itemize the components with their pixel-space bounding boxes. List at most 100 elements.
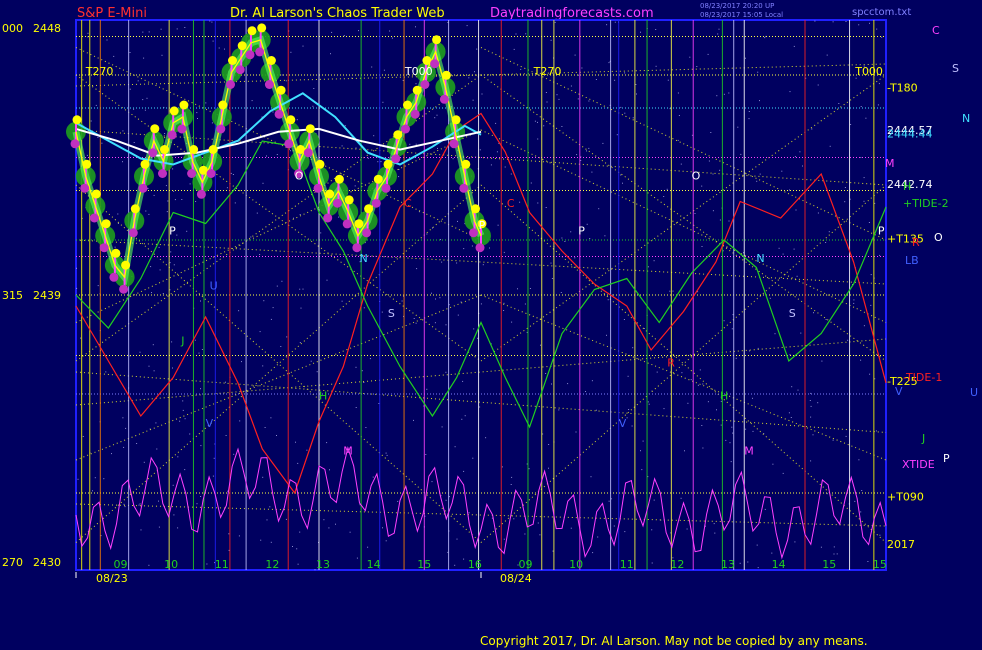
star — [367, 546, 369, 548]
star — [828, 231, 830, 233]
high-dot — [373, 174, 383, 184]
star — [479, 406, 481, 408]
low-dot — [216, 124, 226, 134]
star — [881, 36, 883, 38]
low-dot — [401, 124, 410, 134]
star — [377, 161, 379, 163]
high-dot — [422, 56, 432, 65]
star — [708, 160, 710, 162]
star — [513, 518, 515, 520]
plot-letter: V — [206, 417, 214, 430]
star — [209, 20, 211, 22]
star — [551, 278, 553, 279]
star — [702, 447, 704, 449]
star — [640, 450, 641, 452]
copyright-notice: Copyright 2017, Dr. Al Larson. May not b… — [480, 634, 868, 648]
star — [627, 375, 629, 377]
star — [747, 561, 749, 563]
star — [574, 54, 576, 56]
star — [281, 280, 283, 282]
star — [474, 71, 475, 73]
star — [148, 213, 150, 215]
star — [313, 88, 315, 89]
chaos-trader-chart: S&P E-Mini Dr. Al Larson's Chaos Trader … — [0, 0, 982, 650]
star — [794, 541, 796, 543]
star — [860, 359, 862, 361]
star — [793, 45, 795, 47]
star — [485, 437, 487, 439]
star — [771, 552, 773, 554]
star — [642, 440, 644, 442]
star — [543, 125, 545, 127]
star — [299, 288, 301, 290]
star — [117, 213, 119, 215]
star — [860, 511, 862, 513]
star — [177, 527, 179, 529]
star — [292, 546, 293, 547]
star — [101, 142, 103, 144]
star — [829, 145, 831, 147]
star — [463, 558, 465, 560]
star — [158, 500, 159, 502]
star — [323, 519, 325, 521]
star — [595, 409, 597, 411]
star — [489, 247, 490, 249]
star — [344, 125, 346, 127]
star — [440, 239, 441, 241]
star — [813, 312, 814, 314]
star — [574, 257, 576, 259]
star — [172, 367, 173, 369]
star — [556, 94, 558, 96]
star — [604, 235, 606, 237]
star — [201, 349, 203, 350]
star — [468, 157, 470, 159]
star — [597, 536, 599, 538]
star — [731, 328, 733, 330]
star — [576, 154, 578, 156]
star — [861, 490, 863, 491]
star — [680, 163, 682, 165]
high-dot — [179, 100, 189, 110]
high-dot — [140, 159, 150, 169]
star — [363, 382, 365, 383]
star — [653, 260, 655, 262]
legend-letter: H — [903, 180, 911, 193]
star — [148, 31, 150, 33]
star — [560, 292, 562, 293]
star — [874, 378, 876, 380]
star — [716, 95, 718, 97]
star — [196, 503, 198, 505]
star — [129, 52, 131, 53]
star — [164, 133, 166, 134]
star — [870, 304, 872, 306]
low-dot — [284, 139, 294, 149]
data-filename: spcctom.txt — [852, 7, 911, 18]
star — [686, 528, 688, 530]
star — [651, 529, 653, 531]
star — [431, 481, 433, 483]
star — [552, 550, 554, 552]
star — [707, 53, 709, 55]
star — [260, 539, 262, 541]
star — [853, 299, 855, 301]
star — [251, 100, 253, 102]
star — [266, 519, 268, 521]
low-dot — [177, 124, 187, 134]
star — [302, 45, 304, 47]
star — [479, 149, 481, 151]
star — [732, 432, 734, 434]
star — [205, 102, 207, 104]
star — [826, 54, 828, 56]
star — [782, 253, 784, 255]
star — [445, 324, 447, 326]
star — [608, 62, 610, 64]
legend-letter: +TIDE-2 — [903, 197, 949, 210]
star — [186, 230, 188, 232]
star — [300, 307, 302, 309]
star — [495, 122, 497, 124]
star — [117, 223, 119, 224]
star — [789, 189, 790, 191]
star — [143, 57, 145, 59]
high-dot — [325, 189, 335, 199]
star — [817, 402, 819, 404]
